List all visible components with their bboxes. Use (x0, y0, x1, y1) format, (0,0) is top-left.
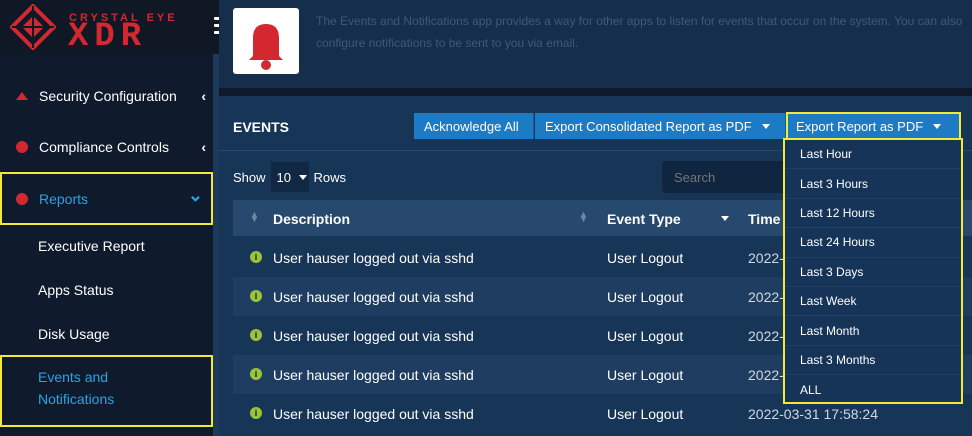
info-icon: i (250, 251, 262, 263)
acknowledge-all-button[interactable]: Acknowledge All (414, 113, 534, 139)
search-input[interactable] (662, 161, 792, 193)
info-icon: i (250, 407, 262, 419)
menu-item-last-week[interactable]: Last Week (785, 287, 961, 317)
cell-description: User hauser logged out via sshd (273, 250, 474, 266)
caret-down-icon (933, 123, 942, 129)
menu-item-last-month[interactable]: Last Month (785, 316, 961, 346)
button-label: Export Consolidated Report as PDF (545, 118, 752, 134)
cell-time: 2022-03-31 17:58:24 (748, 406, 878, 422)
sidebar-item-label: Compliance Controls (39, 139, 169, 155)
security-configuration-icon (16, 92, 28, 100)
menu-item-last-3-days[interactable]: Last 3 Days (785, 258, 961, 287)
compliance-controls-icon (16, 141, 28, 153)
rows-select[interactable]: 10 (270, 162, 309, 192)
reports-icon (16, 192, 28, 205)
sidebar-sub-events-notifications[interactable]: Events and Notifications (0, 355, 213, 427)
sidebar-item-label: Security Configuration (39, 88, 177, 104)
caret-down-icon (299, 174, 307, 180)
column-time[interactable]: Time (748, 211, 780, 227)
chevron-left-icon: ‹ (201, 139, 206, 155)
bell-icon (249, 24, 283, 70)
menu-item-last-hour[interactable]: Last Hour (785, 140, 961, 170)
crystal-logo-icon (10, 4, 56, 50)
cell-event-type: User Logout (607, 367, 684, 383)
panel-title: EVENTS (233, 119, 290, 135)
menu-item-last-12-hours[interactable]: Last 12 Hours (785, 199, 961, 229)
sidebar-sub-executive-report[interactable]: Executive Report (38, 238, 145, 254)
menu-item-last-3-hours[interactable]: Last 3 Hours (785, 169, 961, 199)
caret-down-icon (761, 123, 770, 129)
brand-product: XDR (68, 18, 148, 56)
rows-per-page-control: Show 10 Rows (233, 162, 346, 192)
chevron-left-icon: ‹ (201, 88, 206, 104)
menu-item-all[interactable]: ALL (785, 375, 961, 404)
cell-event-type: User Logout (607, 289, 684, 305)
info-icon: i (250, 368, 262, 380)
show-label: Show (233, 169, 266, 185)
menu-item-last-3-months[interactable]: Last 3 Months (785, 346, 961, 376)
sort-icon[interactable]: ▲ ▼ (250, 210, 259, 224)
sidebar-item-security-configuration[interactable]: Security Configuration ‹ (0, 71, 216, 121)
sidebar-item-compliance-controls[interactable]: Compliance Controls ‹ (0, 122, 216, 172)
chevron-down-icon: ⌄ (187, 185, 203, 205)
app-description: The Events and Notifications app provide… (316, 14, 963, 50)
info-icon: i (250, 329, 262, 341)
export-report-menu: Last Hour Last 3 Hours Last 12 Hours Las… (783, 138, 963, 404)
rows-label: Rows (313, 169, 347, 185)
sidebar-item-reports[interactable]: Reports ⌄ (0, 172, 213, 225)
sidebar-sub-disk-usage[interactable]: Disk Usage (38, 326, 110, 342)
cell-description: User hauser logged out via sshd (273, 289, 474, 305)
sort-desc-icon[interactable] (721, 216, 729, 221)
sidebar-sub-label: Events and (38, 369, 109, 385)
column-description[interactable]: Description (273, 211, 350, 227)
button-label: Export Report as PDF (796, 118, 924, 134)
cell-event-type: User Logout (607, 328, 684, 344)
cell-description: User hauser logged out via sshd (273, 406, 474, 422)
brand-logo[interactable]: CRYSTAL EYE XDR (10, 4, 210, 54)
column-event-type[interactable]: Event Type (607, 211, 681, 227)
button-label: Acknowledge All (424, 118, 519, 134)
menu-item-last-24-hours[interactable]: Last 24 Hours (785, 228, 961, 258)
cell-event-type: User Logout (607, 406, 684, 422)
app-icon (233, 8, 299, 74)
sidebar-sub-apps-status[interactable]: Apps Status (38, 282, 114, 298)
export-report-button[interactable]: Export Report as PDF (786, 112, 961, 140)
app-info-card: The Events and Notifications app provide… (219, 0, 972, 88)
sidebar-item-label: Reports (39, 190, 89, 207)
sidebar-sub-label: Notifications (38, 391, 115, 407)
cell-description: User hauser logged out via sshd (273, 367, 474, 383)
cell-event-type: User Logout (607, 250, 684, 266)
cell-description: User hauser logged out via sshd (273, 328, 474, 344)
export-consolidated-button[interactable]: Export Consolidated Report as PDF (535, 113, 786, 139)
rows-value: 10 (276, 169, 291, 185)
info-icon: i (250, 290, 262, 302)
sort-icon[interactable]: ▲ ▼ (579, 210, 588, 224)
